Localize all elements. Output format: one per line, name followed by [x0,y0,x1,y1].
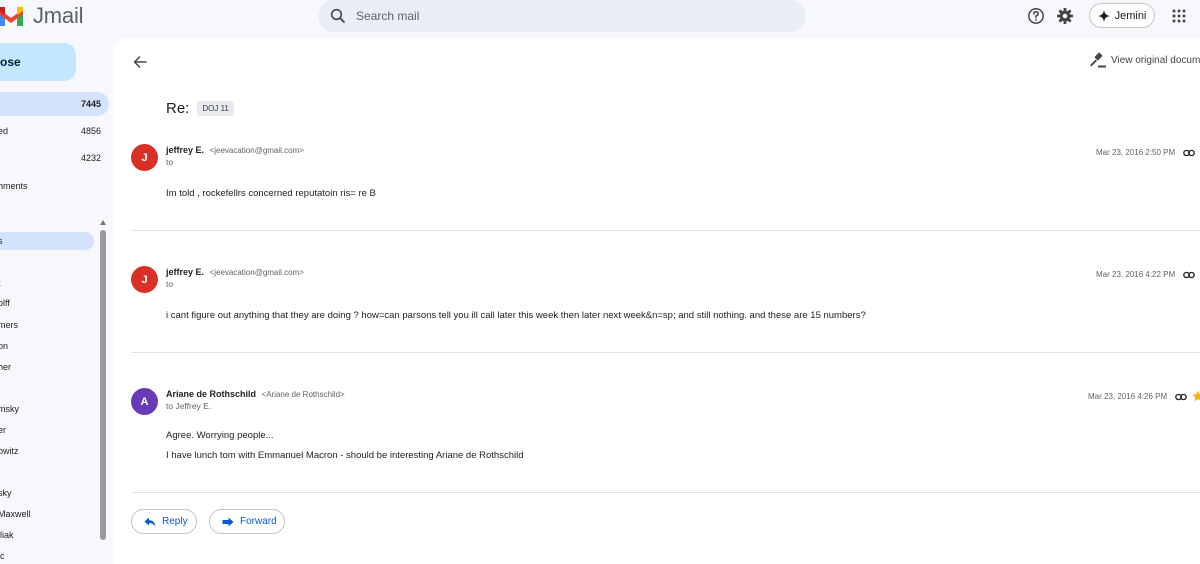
sidebar-scrollbar[interactable] [100,230,106,540]
sender-name[interactable]: Ariane de Rothschild [166,389,256,399]
avatar[interactable]: J [131,144,158,171]
link-icon[interactable] [1175,391,1187,403]
message-date: Mar 23, 2016 2:50 PM [1096,148,1176,157]
sender-line: jeffrey E. <jeevacation@gmail.com> [166,267,304,277]
top-bar: Jmail Jemini [0,0,1200,36]
label-text: mers [0,320,18,330]
subject-tag-badge[interactable]: DOJ 11 [197,101,234,116]
label-text: lliak [0,530,14,540]
jemini-button[interactable]: Jemini [1089,3,1155,28]
sidebar-label-item[interactable]: her [0,358,94,376]
sparkle-icon [1097,9,1110,22]
app-logo[interactable]: Jmail [0,3,84,28]
avatar[interactable]: A [131,388,158,415]
recipient-line[interactable]: to Jeffrey E. [166,401,211,411]
scroll-up-arrow-icon[interactable] [100,218,106,226]
label-text: s [0,236,3,246]
view-original-document-button[interactable]: View original docume [1090,52,1200,68]
label-text: her [0,362,12,372]
sender-email: <Ariane de Rothschild> [261,390,345,399]
sidebar-label-item[interactable]: sky [0,484,94,502]
message-divider [131,492,1200,493]
forward-label: Forward [240,516,277,527]
sidebar-label-item[interactable]: olff [0,294,94,312]
label-text: er [0,425,7,435]
label-text: olff [0,298,10,308]
label-text: t [0,278,1,288]
label-text: on [0,341,9,351]
sidebar-label-item[interactable]: ic [0,547,94,564]
message-divider [131,230,1200,231]
message-body-line: Agree. Worrying people... [166,430,274,441]
recipient-line[interactable]: to [166,279,173,289]
sidebar-label-item[interactable]: mers [0,316,94,334]
gavel-icon [1090,52,1106,68]
sender-line: Ariane de Rothschild <Ariane de Rothschi… [166,389,345,399]
sender-name[interactable]: jeffrey E. [166,145,204,155]
sender-line: jeffrey E. <jeevacation@gmail.com> [166,145,304,155]
label-text: sky [0,488,12,498]
sidebar-item-count: 4232 [80,153,101,163]
link-icon[interactable] [1183,269,1195,281]
sidebar-item-label: hments [0,181,28,191]
compose-label: ose [0,55,21,69]
apps-grid-icon[interactable] [1169,6,1189,26]
sidebar-item-sent[interactable]: 4232 [0,146,109,170]
search-input[interactable] [356,9,776,23]
reply-label: Reply [162,516,188,527]
forward-button[interactable]: Forward [209,509,285,534]
label-text: ic [0,551,5,561]
view-original-label: View original docume [1111,54,1200,66]
avatar[interactable]: J [131,266,158,293]
reply-arrow-icon [144,517,156,526]
sidebar-label-item[interactable]: owitz [0,442,94,460]
reply-button[interactable]: Reply [131,509,197,534]
sidebar-item-starred[interactable]: ed 4856 [0,119,109,143]
sender-email: <jeevacation@gmail.com> [209,146,304,155]
star-icon[interactable] [1192,390,1200,402]
message-body-line: i cant figure out anything that they are… [166,310,866,321]
sender-name[interactable]: jeffrey E. [166,267,204,277]
message-divider [131,352,1200,353]
sidebar-label-item[interactable]: er [0,421,94,439]
subject-title: Re: [166,100,190,117]
sidebar-label-item[interactable]: lliak [0,526,94,544]
link-icon[interactable] [1183,147,1195,159]
sidebar-item-count: 7445 [80,99,101,109]
sidebar-item-attachments[interactable]: hments [0,174,109,198]
sidebar-item-label: ed [0,126,9,136]
sidebar-item-count: 4856 [80,126,101,136]
message-date: Mar 23, 2016 4:22 PM [1096,270,1176,279]
sidebar-label-item[interactable]: t [0,274,94,292]
message-thread-panel: View original docume Re: DOJ 11 J jeffre… [114,38,1200,564]
back-arrow-icon[interactable] [130,52,150,72]
label-text: msky [0,404,19,414]
search-icon[interactable] [320,0,356,32]
sidebar-label-item[interactable]: Maxwell [0,505,94,523]
message-body-line: I have lunch tom with Emmanuel Macron - … [166,450,524,461]
recipient-line[interactable]: to [166,157,173,167]
subject-line: Re: DOJ 11 [166,100,234,117]
jmail-logo-icon [0,7,23,26]
search-bar [318,0,806,32]
sidebar-label-item[interactable]: msky [0,400,94,418]
help-icon[interactable] [1026,6,1046,26]
label-text: owitz [0,446,19,456]
jemini-label: Jemini [1114,9,1147,22]
sidebar-label-item[interactable]: s [0,232,94,250]
compose-button[interactable]: ose [0,43,76,81]
settings-gear-icon[interactable] [1055,6,1075,26]
app-name: Jmail [33,3,84,28]
message-date: Mar 23, 2016 4:26 PM [1088,392,1168,401]
message-body-line: Im told , rockefellrs concerned reputato… [166,188,376,199]
sidebar-label-item[interactable]: on [0,337,94,355]
label-text: Maxwell [0,509,31,519]
sidebar-item-inbox[interactable]: 7445 [0,92,109,116]
sender-email: <jeevacation@gmail.com> [209,268,304,277]
forward-arrow-icon [222,517,234,526]
